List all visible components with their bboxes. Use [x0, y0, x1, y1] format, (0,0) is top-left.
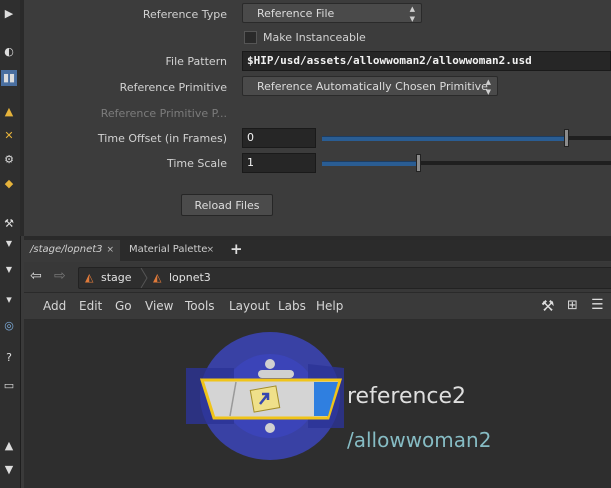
help-icon[interactable]: ?: [1, 350, 17, 366]
target-icon[interactable]: ◎: [1, 318, 17, 334]
breadcrumb-stage-label: stage: [100, 271, 132, 284]
add-tab-button[interactable]: +: [230, 240, 243, 258]
reference-type-label: Reference Type: [142, 8, 227, 21]
reference-type-value: Reference File: [257, 7, 335, 20]
menu-add[interactable]: Add: [43, 299, 66, 313]
menu-labs[interactable]: Labs: [278, 299, 306, 313]
reload-files-button[interactable]: Reload Files: [181, 194, 273, 216]
gear-icon[interactable]: ⚙: [1, 152, 17, 168]
reference-primitive-label: Reference Primitive: [119, 81, 227, 94]
tab-label: /stage/lopnet3: [30, 244, 103, 255]
lopnet-icon: ◭: [153, 271, 162, 284]
scroll-down-icon[interactable]: ▼: [1, 462, 17, 478]
tab-material-palette[interactable]: Material Palette ×: [123, 240, 220, 261]
pause-icon[interactable]: ▮▮: [1, 70, 17, 86]
arrow-icon[interactable]: ▶: [1, 6, 17, 22]
menu-tools[interactable]: Tools: [185, 299, 215, 313]
tab-label-2: Material Palette: [129, 244, 208, 255]
time-offset-slider-rest: [567, 136, 611, 140]
breadcrumb-lopnet3[interactable]: ◭ lopnet3: [153, 268, 211, 288]
chevron-down-icon[interactable]: ▼: [1, 236, 17, 252]
back-arrow-icon[interactable]: ⇦: [30, 268, 42, 284]
menu-arrows-icon: ▲ ▼: [409, 5, 415, 23]
breadcrumb-lopnet3-label: lopnet3: [168, 271, 211, 284]
breadcrumb: ◭ stage ◭ lopnet3: [78, 267, 611, 289]
file-pattern-label: File Pattern: [165, 55, 227, 68]
forward-arrow-icon[interactable]: ⇨: [54, 268, 66, 284]
chevron-down-icon-2[interactable]: ▼: [1, 262, 17, 278]
breadcrumb-separator-icon: [140, 268, 148, 288]
scroll-up-icon[interactable]: ▲: [1, 438, 17, 454]
wrench-icon[interactable]: ⚒: [541, 297, 554, 315]
reference-primitive-menu[interactable]: Reference Automatically Chosen Primitive…: [242, 76, 498, 96]
tool-icon[interactable]: ⚒: [1, 216, 17, 232]
time-offset-slider-handle[interactable]: [564, 129, 569, 147]
time-scale-slider-handle[interactable]: [416, 154, 421, 172]
reference-primitive-value: Reference Automatically Chosen Primitive: [257, 80, 488, 93]
menu-view[interactable]: View: [145, 299, 173, 313]
stage-icon: ◭: [85, 271, 94, 284]
network-menu-bar: Add Edit Go View Tools Layout Labs Help …: [24, 293, 611, 320]
breadcrumb-stage[interactable]: ◭ stage: [85, 268, 132, 288]
pane-tab-bar: /stage/lopnet3 × Material Palette × +: [24, 240, 611, 261]
parameter-panel: Reference Type Reference File ▲ ▼ Make In…: [24, 0, 611, 236]
time-offset-label: Time Offset (in Frames): [97, 132, 227, 145]
cross-icon[interactable]: ✕: [1, 128, 17, 144]
time-offset-slider-fill: [322, 136, 567, 141]
reference-node-icon[interactable]: [174, 328, 354, 478]
time-scale-label: Time Scale: [166, 157, 227, 170]
time-offset-field[interactable]: 0: [242, 128, 316, 148]
node-name-label: reference2: [347, 384, 467, 409]
menu-go[interactable]: Go: [115, 299, 132, 313]
make-instanceable-label: Make Instanceable: [263, 31, 366, 44]
diamond-icon[interactable]: ◆: [1, 176, 17, 192]
view-icon[interactable]: ◐: [1, 44, 17, 60]
tab-stage-lopnet3[interactable]: /stage/lopnet3 ×: [24, 240, 120, 261]
make-instanceable-checkbox[interactable]: [244, 31, 257, 44]
network-canvas[interactable]: reference2 /allowwoman2: [24, 320, 611, 488]
menu-layout[interactable]: Layout: [229, 299, 270, 313]
left-toolbar: ▶ ◐ ▮▮ ▲ ✕ ⚙ ◆ ⚒ ▼ ▼ ▾ ◎ ? ▭ ▲ ▼: [0, 0, 21, 488]
menu-arrows-icon-2: ▲ ▼: [485, 78, 491, 96]
time-scale-slider-fill: [322, 161, 419, 166]
menu-edit[interactable]: Edit: [79, 299, 102, 313]
node-path-label: /allowwoman2: [347, 428, 492, 452]
reference-primitive-path-label: Reference Primitive P...: [100, 107, 227, 120]
reference-type-menu[interactable]: Reference File ▲ ▼: [242, 3, 422, 23]
path-bar: ⇦ ⇨ ◭ stage ◭ lopnet3: [24, 262, 611, 293]
file-pattern-field[interactable]: $HIP/usd/assets/allowwoman2/allowwoman2.…: [242, 51, 611, 71]
list-icon[interactable]: ☰: [591, 297, 604, 313]
time-scale-slider-rest: [419, 161, 611, 165]
shape-icon[interactable]: ▲: [1, 104, 17, 120]
dropdown-icon[interactable]: ▾: [1, 292, 17, 308]
menu-help[interactable]: Help: [316, 299, 343, 313]
close-icon-2[interactable]: ×: [206, 240, 214, 260]
toggle-icon[interactable]: ▭: [1, 378, 17, 394]
time-scale-field[interactable]: 1: [242, 153, 316, 173]
tree-icon[interactable]: ⊞: [567, 298, 578, 313]
close-icon[interactable]: ×: [106, 240, 114, 260]
